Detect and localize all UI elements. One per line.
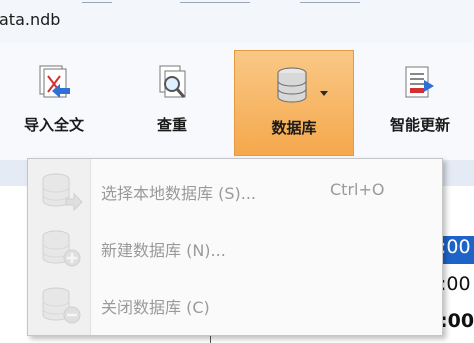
duplicate-check-icon <box>152 64 192 108</box>
database-label: 数据库 <box>271 119 317 137</box>
import-fulltext-button[interactable]: 导入全文 <box>8 50 100 146</box>
import-fulltext-label: 导入全文 <box>23 116 84 134</box>
menu-item-label: 关闭数据库 (C) <box>101 298 210 317</box>
menu-bar-cutoff <box>0 0 474 5</box>
title-bar: ata.ndb <box>0 0 474 43</box>
duplicate-check-button[interactable]: 查重 <box>132 50 212 146</box>
smart-update-button[interactable]: 智能更新 <box>370 50 470 146</box>
menu-item-shortcut: Ctrl+O <box>330 180 385 199</box>
menu-item-label: 新建数据库 (N)... <box>101 241 226 260</box>
menu-item-label: 选择本地数据库 (S)... <box>101 184 256 203</box>
database-button[interactable]: 数据库 <box>234 50 354 156</box>
menu-item-close-database[interactable]: 关闭数据库 (C) <box>28 275 442 331</box>
duplicate-check-label: 查重 <box>156 116 187 134</box>
list-item[interactable]: :00 <box>440 310 474 332</box>
database-add-icon <box>38 228 84 272</box>
window-title: ata.ndb <box>0 10 61 29</box>
smart-update-label: 智能更新 <box>389 116 450 134</box>
database-open-icon <box>38 171 84 215</box>
import-fulltext-icon <box>34 64 74 108</box>
database-close-icon <box>38 285 84 329</box>
background-list: :00 :00 :00 <box>440 186 474 343</box>
list-item[interactable]: :00 <box>440 273 471 295</box>
ribbon-toolbar: 导入全文 查重 数据库 智能更新 <box>0 42 474 160</box>
database-icon <box>274 65 314 109</box>
menu-item-new-database[interactable]: 新建数据库 (N)... <box>28 218 442 274</box>
menu-item-select-local-database[interactable]: 选择本地数据库 (S)... Ctrl+O <box>28 161 442 217</box>
list-item[interactable]: :00 <box>440 236 474 264</box>
chevron-down-icon <box>320 91 328 96</box>
smart-update-icon <box>400 64 440 108</box>
database-dropdown-menu: 选择本地数据库 (S)... Ctrl+O 新建数据库 (N)... 关闭数据库… <box>27 158 443 336</box>
